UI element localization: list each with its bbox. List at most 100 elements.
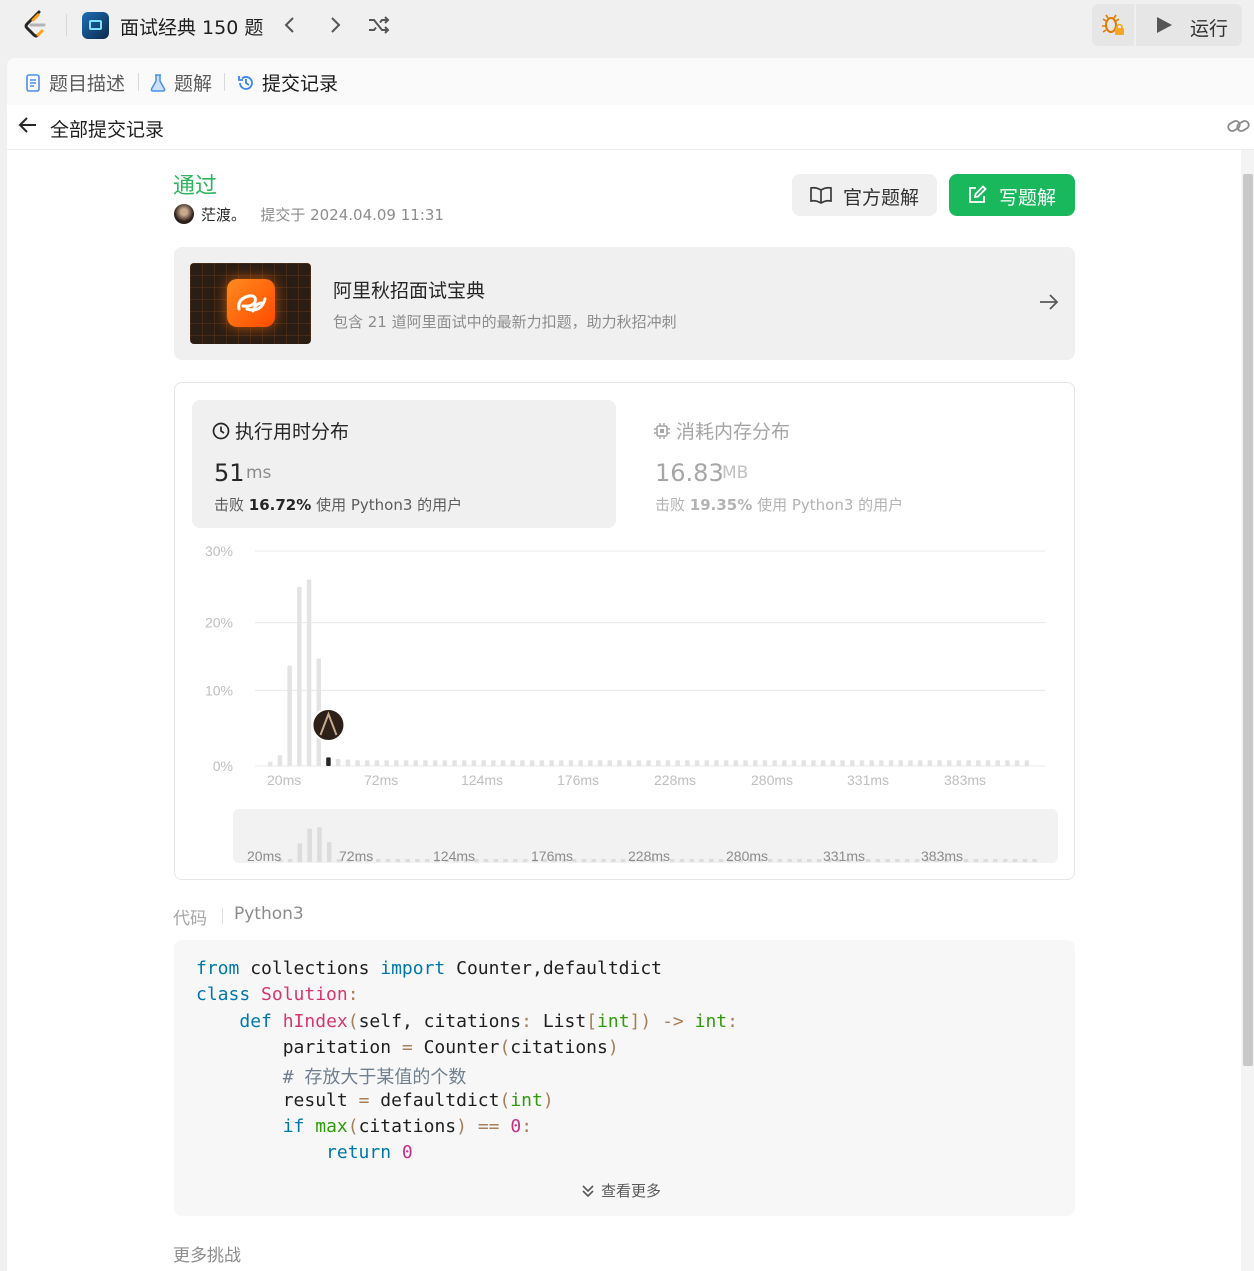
overview-bar <box>415 859 420 862</box>
tab-solutions[interactable]: 题解 <box>150 69 212 96</box>
chart-bar <box>491 760 496 766</box>
prev-problem-button[interactable] <box>277 12 303 38</box>
promo-banner[interactable]: 阿里秋招面试宝典 包含 21 道阿里面试中的最新力扣题，助力秋招冲刺 <box>174 247 1075 360</box>
overview-bar <box>503 859 508 862</box>
chart-bar <box>704 760 709 766</box>
tab-divider <box>138 73 139 91</box>
tab-description[interactable]: 题目描述 <box>25 69 125 96</box>
next-problem-button[interactable] <box>322 12 348 38</box>
memory-value: 16.83 <box>655 459 724 487</box>
memory-beat: 击败 19.35% 使用 Python3 的用户 <box>655 494 903 515</box>
chart-bar <box>665 760 671 766</box>
chart-bar <box>452 760 457 766</box>
back-button[interactable] <box>18 115 38 139</box>
code-line-6: result = defaultdict(int) <box>196 1090 554 1111</box>
arrow-left-icon <box>18 117 36 133</box>
chart-bar <box>471 760 477 766</box>
chip-icon <box>654 423 670 439</box>
overview-bar <box>914 859 920 862</box>
leetcode-logo[interactable] <box>22 10 50 40</box>
runtime-distribution-chart[interactable]: 30% 20% 10% 0% 20ms 72ms 124ms 176ms 228ms 280ms 3… <box>175 533 1074 873</box>
chart-bar <box>432 760 438 766</box>
runtime-card[interactable]: 执行用时分布 51 ms 击败 16.72% 使用 Python3 的用户 <box>192 400 616 528</box>
code-block[interactable]: from collections import Counter,defaultd… <box>174 940 1075 1216</box>
arrow-right-icon <box>1040 294 1059 310</box>
chart-bar <box>694 760 700 766</box>
chart-bar <box>549 760 554 766</box>
official-solution-button[interactable]: 官方题解 <box>792 174 937 216</box>
code-line-1: from collections import Counter,defaultd… <box>196 958 663 979</box>
all-submissions-label[interactable]: 全部提交记录 <box>50 115 164 142</box>
document-icon <box>26 74 40 92</box>
overview-bar <box>395 859 401 862</box>
runtime-beat-prefix: 击败 <box>214 496 245 514</box>
code-line-2: class Solution: <box>196 984 359 1005</box>
highlight-bar <box>326 757 331 766</box>
memory-card[interactable]: 消耗内存分布 16.83 MB 击败 19.35% 使用 Python3 的用户 <box>638 400 1062 528</box>
tab-bar: 题目描述 题解 提交记录 <box>7 58 1254 105</box>
chart-bar <box>888 760 894 766</box>
chart-bar <box>879 760 884 766</box>
chart-bar <box>500 760 506 766</box>
username[interactable]: 茫渡。 <box>201 206 246 224</box>
shuffle-icon <box>369 16 390 34</box>
chart-bar <box>947 760 952 766</box>
code-line-5: # 存放大于某值的个数 <box>196 1067 467 1088</box>
chart-bar <box>384 760 389 766</box>
run-button[interactable]: 运行 <box>1142 4 1242 46</box>
tab-description-label: 题目描述 <box>49 73 126 95</box>
chart-bar <box>840 760 845 766</box>
bug-lock-icon <box>1102 14 1124 35</box>
overview-bar <box>905 859 910 862</box>
y-tick-label: 0% <box>213 758 233 774</box>
top-bar: 面试经典 150 题 运行 <box>0 0 1254 50</box>
overview-bar <box>522 859 528 862</box>
runtime-value: 51 <box>214 459 245 487</box>
overview-bar <box>317 827 322 862</box>
history-icon <box>238 76 253 90</box>
overview-bar <box>689 859 694 862</box>
overview-bar <box>620 859 626 862</box>
show-more-button[interactable]: 查看更多 <box>580 1180 661 1201</box>
code-label: 代码 <box>173 909 207 929</box>
chart-bar <box>607 760 612 766</box>
chevron-right-icon <box>331 17 341 33</box>
chart-bar <box>355 760 360 766</box>
divider <box>66 14 67 36</box>
run-label: 运行 <box>1190 18 1229 40</box>
avatar[interactable] <box>174 204 194 224</box>
chart-bar <box>578 760 583 766</box>
y-tick-label: 20% <box>205 615 233 631</box>
chart-bar <box>733 760 739 766</box>
tab-submissions[interactable]: 提交记录 <box>237 69 338 96</box>
runtime-beat: 击败 16.72% 使用 Python3 的用户 <box>214 494 462 515</box>
scrollbar-thumb[interactable] <box>1243 174 1253 1066</box>
overview-bar <box>807 859 812 862</box>
code-line-8: return 0 <box>326 1142 413 1163</box>
chart-bar <box>520 760 525 766</box>
runtime-beat-percent: 16.72% <box>248 496 312 514</box>
overview-bar <box>973 859 979 862</box>
overview-bar <box>513 859 518 862</box>
submission-meta: 茫渡。 提交于 2024.04.09 11:31 <box>201 204 444 225</box>
chart-bar <box>723 760 729 766</box>
overview-bar <box>963 859 969 862</box>
y-tick-label: 30% <box>205 543 233 559</box>
overview-bar <box>1032 859 1037 862</box>
overview-bar <box>1012 859 1018 862</box>
runtime-beat-suffix: 使用 Python3 的用户 <box>316 496 463 514</box>
overview-tick-label: 124ms <box>433 848 475 864</box>
chart-bar <box>820 760 826 766</box>
problem-set-title[interactable]: 面试经典 150 题 <box>120 13 263 40</box>
submission-status: 通过 <box>173 174 218 199</box>
debug-button[interactable] <box>1092 4 1136 46</box>
chart-bar <box>481 760 486 766</box>
chart-bar <box>597 760 603 766</box>
x-tick-label: 228ms <box>654 772 696 788</box>
random-problem-button[interactable] <box>366 12 392 38</box>
run-controls: 运行 <box>1092 4 1242 46</box>
alibaba-logo-icon <box>227 279 275 327</box>
write-solution-button[interactable]: 写题解 <box>949 174 1075 216</box>
overview-tick-label: 72ms <box>339 848 373 864</box>
copy-link-button[interactable] <box>1227 116 1251 140</box>
